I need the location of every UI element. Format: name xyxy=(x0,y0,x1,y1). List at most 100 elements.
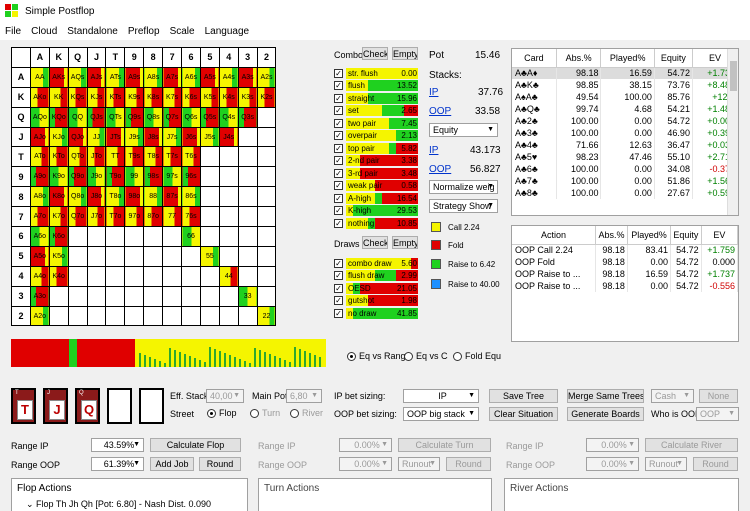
hand-cell-empty[interactable] xyxy=(256,166,277,188)
hand-cell[interactable]: J8o xyxy=(86,186,107,208)
hand-cell-empty[interactable] xyxy=(256,106,277,128)
hand-cell[interactable]: 66 xyxy=(181,226,201,247)
hand-cell[interactable]: KTs xyxy=(105,86,126,108)
hand-cell-empty[interactable] xyxy=(256,265,277,287)
card-table-row[interactable]: A♣7♣ 100.00 0.00 51.86 +1.568 xyxy=(512,175,738,187)
hand-cell[interactable]: A6o xyxy=(29,226,50,247)
combos-row[interactable]: ✓ top pair 5.82 xyxy=(334,142,418,154)
hand-cell-empty[interactable] xyxy=(143,265,164,287)
hand-cell[interactable]: 97o xyxy=(124,206,145,228)
eff-stack-input[interactable]: 40,00 ▼ xyxy=(206,389,244,403)
draws-empty-button[interactable]: Empty xyxy=(392,236,418,249)
combos-row[interactable]: ✓ 2-nd pair 3.38 xyxy=(334,155,418,167)
hand-cell[interactable]: K9s xyxy=(124,86,145,108)
radio-fold-equity[interactable]: Fold Equity xyxy=(453,351,501,362)
hand-cell[interactable]: 76s xyxy=(181,206,201,228)
hand-cell-empty[interactable] xyxy=(162,265,183,287)
hand-cell[interactable]: T8o xyxy=(105,186,126,208)
hand-cell[interactable]: A2s xyxy=(256,66,277,88)
hand-cell[interactable]: K4o xyxy=(48,265,69,287)
hand-cell-empty[interactable] xyxy=(256,206,277,228)
hand-cell[interactable]: A4s xyxy=(218,66,239,88)
turn-round-button[interactable]: Round xyxy=(446,457,491,471)
hand-cell[interactable]: A7o xyxy=(29,206,50,228)
hand-cell[interactable]: Q5s xyxy=(199,106,220,128)
hand-cell[interactable]: A3o xyxy=(29,285,50,307)
hand-cell[interactable]: K6s xyxy=(181,86,201,108)
river-range-ip-select[interactable]: 0.00% ▼ xyxy=(586,438,639,452)
hand-cell[interactable]: A8o xyxy=(29,186,50,208)
hand-cell[interactable]: QTs xyxy=(105,106,126,128)
hand-cell-empty[interactable] xyxy=(105,305,126,327)
hand-cell[interactable]: T9s xyxy=(124,146,145,168)
hand-cell-empty[interactable] xyxy=(199,305,220,327)
hand-cell[interactable]: A9s xyxy=(124,66,145,88)
merge-trees-button[interactable]: Merge Same Trees xyxy=(567,389,644,403)
hand-cell[interactable]: 22 xyxy=(256,305,277,327)
normalize-select[interactable]: Normalize weig ▼ xyxy=(429,180,498,194)
action-table-row[interactable]: OOP Raise to ... 98.18 16.59 54.72 +1.737 xyxy=(512,268,738,280)
hand-cell[interactable]: A7s xyxy=(162,66,183,88)
radio-street-turn[interactable]: Turn xyxy=(250,408,280,419)
card-table-row[interactable]: A♣4♣ 71.66 12.63 36.47 +0.033 xyxy=(512,139,738,151)
hand-cell-empty[interactable] xyxy=(199,285,220,307)
hand-cell[interactable]: K4s xyxy=(218,86,239,108)
checkbox[interactable]: ✓ xyxy=(334,106,343,115)
hand-cell[interactable]: T9o xyxy=(105,166,126,188)
board-card-2[interactable]: J J xyxy=(43,388,68,424)
menu-standalone[interactable]: Standalone xyxy=(62,26,123,37)
hand-cell-empty[interactable] xyxy=(105,245,126,267)
board-card-1[interactable]: T T xyxy=(11,388,36,424)
hand-cell-empty[interactable] xyxy=(143,305,164,327)
checkbox[interactable]: ✓ xyxy=(334,296,343,305)
combos-row[interactable]: ✓ 3-rd pair 3.48 xyxy=(334,167,418,179)
hand-cell[interactable]: 98o xyxy=(124,186,145,208)
hand-cell[interactable]: A5o xyxy=(29,245,50,267)
hand-cell-empty[interactable] xyxy=(86,285,107,307)
draws-check-button[interactable]: Check xyxy=(362,236,388,249)
hand-cell[interactable]: 88 xyxy=(143,186,164,208)
hand-cell[interactable]: K9o xyxy=(48,166,69,188)
hand-cell[interactable]: J5s xyxy=(199,126,220,148)
hand-cell[interactable]: 55 xyxy=(199,245,220,267)
hand-cell-empty[interactable] xyxy=(162,285,183,307)
draws-row[interactable]: ✓ gutshot 1.98 xyxy=(334,295,418,307)
action-table-row[interactable]: OOP Fold 98.18 0.00 54.72 0.000 xyxy=(512,256,738,268)
hand-cell[interactable]: 44 xyxy=(218,265,239,287)
hand-cell[interactable]: A8s xyxy=(143,66,164,88)
hand-cell[interactable]: K5s xyxy=(199,86,220,108)
combo-empty-button[interactable]: Empty xyxy=(392,47,418,60)
hand-cell-empty[interactable] xyxy=(67,305,88,327)
turn-runout-select[interactable]: Runout ▼ xyxy=(398,457,440,471)
hand-cell[interactable]: QJs xyxy=(86,106,107,128)
hand-cell[interactable]: Q9o xyxy=(67,166,88,188)
hand-cell[interactable]: J4s xyxy=(218,126,239,148)
card-table-row[interactable]: A♣8♣ 100.00 0.00 27.67 +0.599 xyxy=(512,187,738,199)
hand-cell-empty[interactable] xyxy=(124,245,145,267)
hand-cell-empty[interactable] xyxy=(218,285,239,307)
combos-row[interactable]: ✓ set 2.65 xyxy=(334,105,418,117)
river-round-button[interactable]: Round xyxy=(693,457,738,471)
hand-cell-empty[interactable] xyxy=(256,126,277,148)
equity-ip-label[interactable]: IP xyxy=(429,145,438,156)
hand-cell[interactable]: 99 xyxy=(124,166,145,188)
turn-range-oop-select[interactable]: 0.00% ▼ xyxy=(339,457,392,471)
hand-cell[interactable]: JJ xyxy=(86,126,107,148)
hand-cell[interactable]: KQs xyxy=(67,86,88,108)
checkbox[interactable]: ✓ xyxy=(334,308,343,318)
cash-select[interactable]: Cash ▼ xyxy=(651,389,694,403)
combos-row[interactable]: ✓ flush 13.52 xyxy=(334,80,418,92)
who-is-oop-select[interactable]: OOP ▼ xyxy=(696,407,739,421)
action-table-header[interactable]: Played% xyxy=(627,226,672,245)
draws-row[interactable]: ✓ no draw 41.85 xyxy=(334,307,418,319)
equity-oop-label[interactable]: OOP xyxy=(429,164,451,175)
action-table-header[interactable]: Equity xyxy=(670,226,702,245)
hand-cell[interactable]: K8o xyxy=(48,186,69,208)
card-table-row[interactable]: A♣3♣ 100.00 0.00 46.90 +0.397 xyxy=(512,127,738,139)
hand-cell[interactable]: Q7s xyxy=(162,106,183,128)
hand-cell-empty[interactable] xyxy=(48,285,69,307)
hand-cell-empty[interactable] xyxy=(162,245,183,267)
calculate-flop-button[interactable]: Calculate Flop xyxy=(150,438,241,452)
action-table-row[interactable]: OOP Raise to ... 98.18 0.00 54.72 -0.556 xyxy=(512,280,738,292)
hand-cell-empty[interactable] xyxy=(105,265,126,287)
